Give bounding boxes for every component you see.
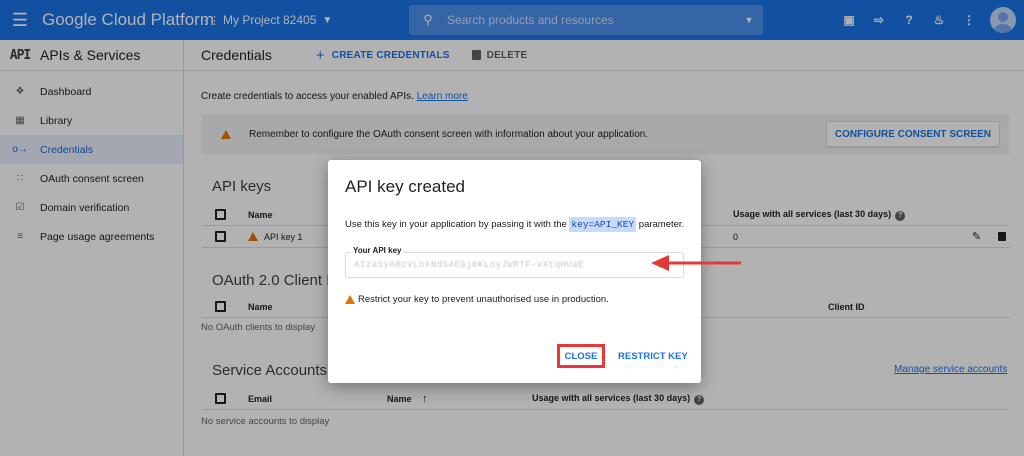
- restrict-key-button[interactable]: RESTRICT KEY: [618, 344, 688, 368]
- dialog-actions: CLOSE RESTRICT KEY: [328, 344, 701, 368]
- close-button[interactable]: CLOSE: [557, 344, 605, 368]
- description-suffix: parameter.: [638, 219, 685, 230]
- api-key-value[interactable]: AIzaSyA8cVLnXNdS4EGj0KLoyJWRTF-vXtqHUaE: [354, 260, 584, 270]
- red-arrow-annotation: [651, 255, 741, 271]
- description-text: Use this key in your application by pass…: [345, 219, 567, 230]
- api-key-label: Your API key: [351, 246, 404, 255]
- dialog-description: Use this key in your application by pass…: [345, 217, 685, 232]
- key-param-code: key=API_KEY: [569, 217, 637, 232]
- api-key-field[interactable]: Your API key AIzaSyA8cVLnXNdS4EGj0KLoyJW…: [345, 246, 684, 278]
- dialog-title: API key created: [345, 177, 466, 196]
- restrict-note-text: Restrict your key to prevent unauthorise…: [358, 294, 609, 305]
- api-key-created-dialog: API key created Use this key in your app…: [328, 160, 701, 383]
- warning-icon: [345, 295, 355, 304]
- restrict-warning: Restrict your key to prevent unauthorise…: [345, 294, 609, 305]
